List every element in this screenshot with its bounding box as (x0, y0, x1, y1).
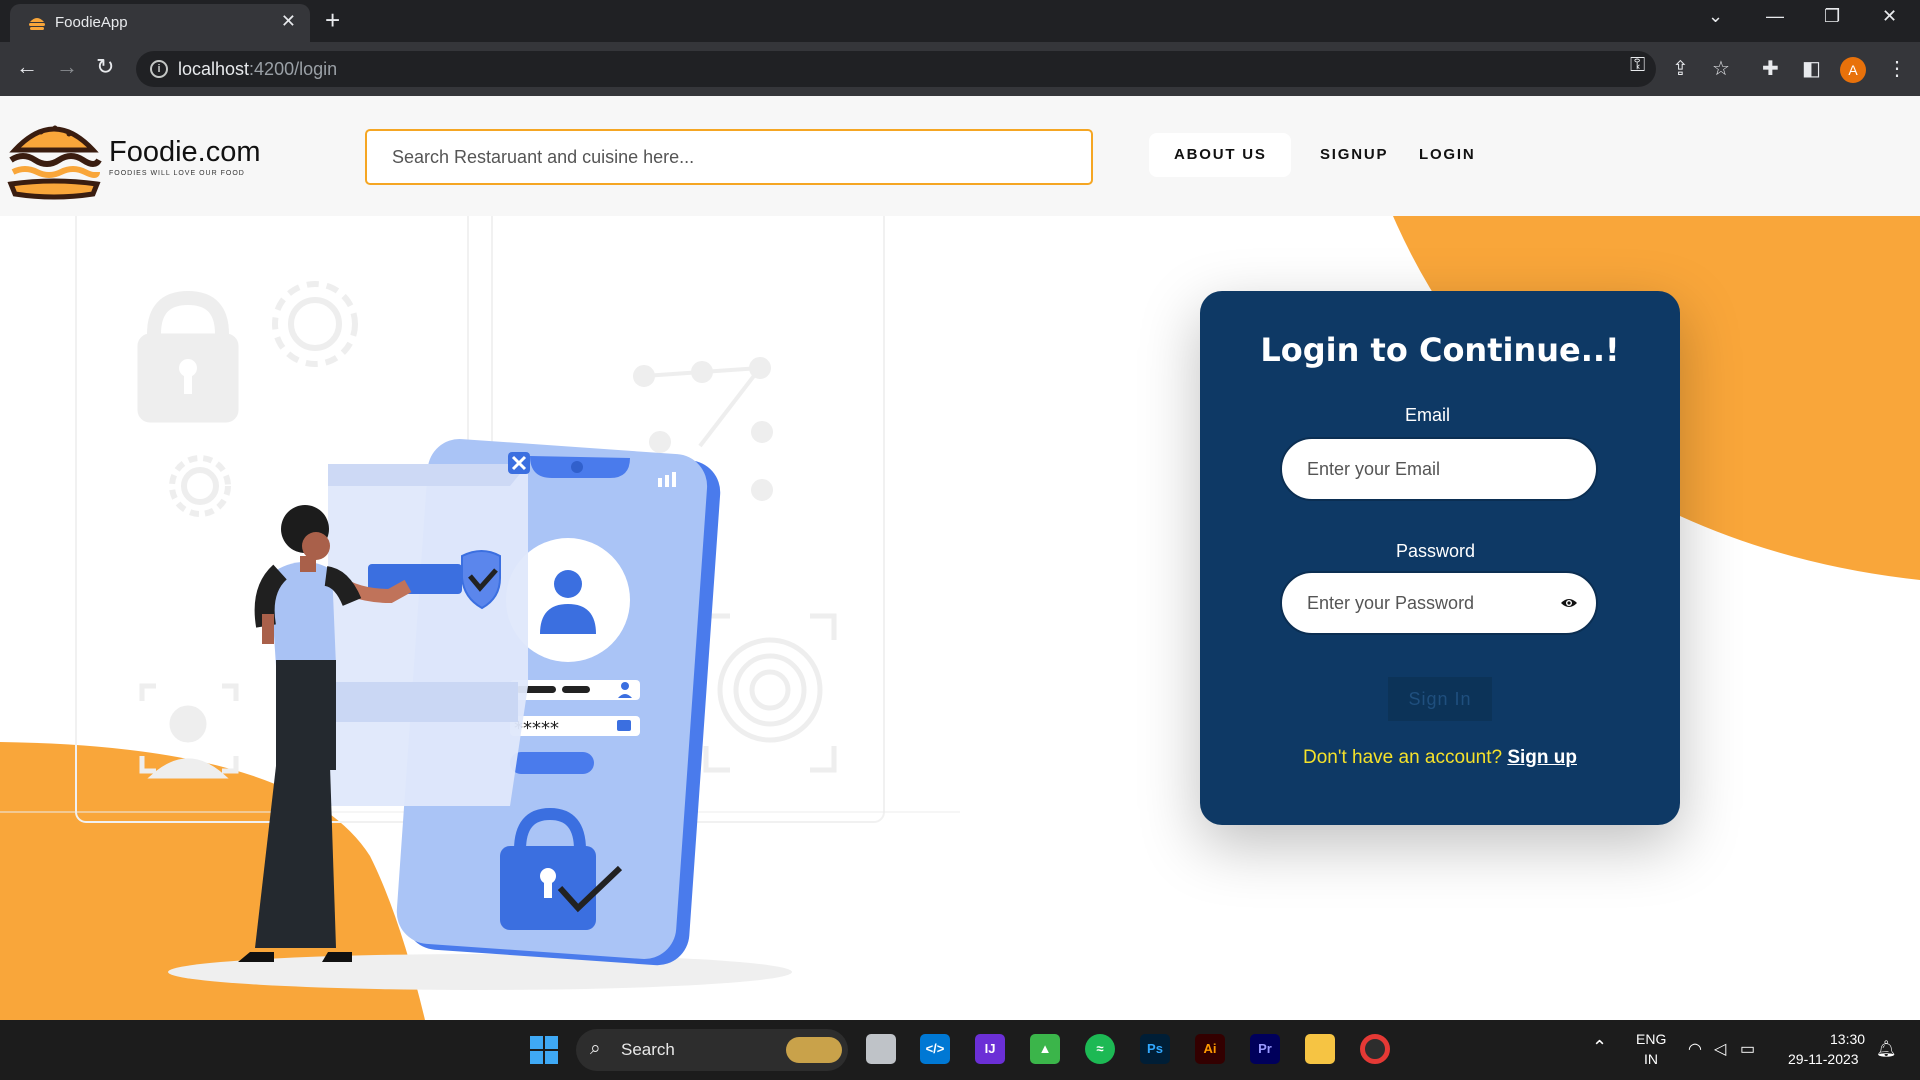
battery-icon[interactable]: ▭ (1740, 1039, 1755, 1059)
restore-icon[interactable]: ❐ (1824, 6, 1840, 27)
taskbar-search[interactable]: ⌕ Search (576, 1029, 848, 1071)
windows-start-icon[interactable] (530, 1036, 558, 1064)
window-close-icon[interactable]: ✕ (1882, 6, 1897, 27)
notification-bell-icon[interactable]: 🔔︎ (1876, 1039, 1896, 1059)
bookmark-star-icon[interactable]: ☆ (1712, 56, 1730, 81)
search-input[interactable] (367, 131, 1091, 183)
os-taskbar: ⌕ Search </> IJ ▲ ≈ Ps Ai Pr ⌃ ENG IN ◠ … (0, 1020, 1920, 1080)
intellij-icon[interactable]: IJ (975, 1034, 1005, 1064)
search-field[interactable] (365, 129, 1093, 185)
key-icon[interactable]: ⚿ (1630, 54, 1645, 77)
spotify-icon[interactable]: ≈ (1085, 1034, 1115, 1064)
wifi-icon[interactable]: ◠ (1688, 1039, 1702, 1059)
show-password-eye-icon[interactable] (1560, 597, 1578, 609)
clock-date[interactable]: 29-11-2023 (1788, 1051, 1859, 1067)
sign-in-button[interactable]: Sign In (1388, 677, 1492, 721)
browser-toolbar: ← → ↻ i localhost:4200/login ⚿ ⇪ ☆ ✚ ◧ ⋮ (0, 42, 1920, 96)
brand-tagline: FOODIES WILL LOVE OUR FOOD (109, 170, 245, 177)
back-icon[interactable]: ← (16, 54, 38, 80)
signup-question: Don't have an account? (1303, 747, 1503, 768)
clock-time[interactable]: 13:30 (1830, 1031, 1865, 1047)
page-viewport: Foodie.com FOODIES WILL LOVE OUR FOOD AB… (0, 96, 1920, 1020)
menu-icon[interactable]: ⋮ (1887, 56, 1907, 81)
new-tab-button[interactable]: + (325, 5, 340, 36)
search-highlight-icon (786, 1037, 842, 1063)
extensions-icon[interactable]: ✚ (1762, 56, 1779, 81)
signup-prompt: Don't have an account? Sign up (1200, 747, 1680, 769)
premiere-icon[interactable]: Pr (1250, 1034, 1280, 1064)
forward-icon[interactable]: → (56, 54, 78, 80)
chrome-icon[interactable] (1360, 1034, 1390, 1064)
password-field[interactable] (1280, 571, 1598, 635)
file-explorer-icon[interactable] (1305, 1034, 1335, 1064)
illustrator-icon[interactable]: Ai (1195, 1034, 1225, 1064)
tab-search-icon[interactable]: ⌄ (1708, 6, 1723, 27)
reload-icon[interactable]: ↻ (96, 54, 114, 80)
email-field[interactable] (1280, 437, 1598, 501)
browser-tab-strip: FoodieApp ✕ + ⌄ — ❐ ✕ (0, 0, 1920, 42)
tab-close-icon[interactable]: ✕ (281, 11, 296, 32)
nav-signup[interactable]: SIGNUP (1320, 146, 1388, 163)
faint-lock-icon (137, 290, 239, 423)
lang-top[interactable]: ENG (1636, 1031, 1666, 1047)
login-card: Login to Continue..! Email Password Sign… (1200, 291, 1680, 825)
site-header: Foodie.com FOODIES WILL LOVE OUR FOOD AB… (0, 96, 1920, 216)
tray-overflow-icon[interactable]: ⌃ (1592, 1037, 1607, 1058)
profile-avatar[interactable]: A (1840, 57, 1866, 83)
task-view-icon[interactable] (866, 1034, 896, 1064)
email-input[interactable] (1282, 439, 1596, 499)
photoshop-icon[interactable]: Ps (1140, 1034, 1170, 1064)
burger-logo-icon[interactable] (5, 114, 103, 200)
vscode-icon[interactable]: </> (920, 1034, 950, 1064)
search-icon: ⌕ (590, 1038, 601, 1059)
browser-tab[interactable]: FoodieApp ✕ (10, 4, 310, 42)
password-input[interactable] (1282, 573, 1596, 633)
email-label: Email (1405, 405, 1451, 425)
brand-name[interactable]: Foodie.com (109, 136, 261, 169)
faint-face-scan-icon (139, 683, 239, 779)
login-title: Login to Continue..! (1260, 331, 1620, 369)
side-panel-icon[interactable]: ◧ (1802, 56, 1821, 81)
login-illustration: ***** (137, 281, 837, 990)
nav-about-us[interactable]: ABOUT US (1174, 146, 1267, 163)
address-bar[interactable]: i localhost:4200/login (136, 51, 1656, 87)
minimize-icon[interactable]: — (1766, 6, 1784, 27)
password-label: Password (1396, 541, 1476, 561)
signup-link[interactable]: Sign up (1507, 747, 1577, 768)
tab-title: FoodieApp (55, 14, 128, 31)
site-info-icon[interactable]: i (150, 60, 168, 78)
bluestacks-icon[interactable]: ▲ (1030, 1034, 1060, 1064)
faint-fingerprint-icon (703, 613, 837, 773)
taskbar-search-label: Search (621, 1040, 675, 1059)
lang-bottom[interactable]: IN (1644, 1051, 1658, 1067)
nav-login[interactable]: LOGIN (1419, 146, 1476, 163)
share-icon[interactable]: ⇪ (1672, 56, 1689, 81)
url-text: localhost:4200/login (178, 59, 338, 79)
volume-icon[interactable]: ◁ (1714, 1039, 1726, 1059)
burger-favicon-icon (29, 18, 45, 30)
